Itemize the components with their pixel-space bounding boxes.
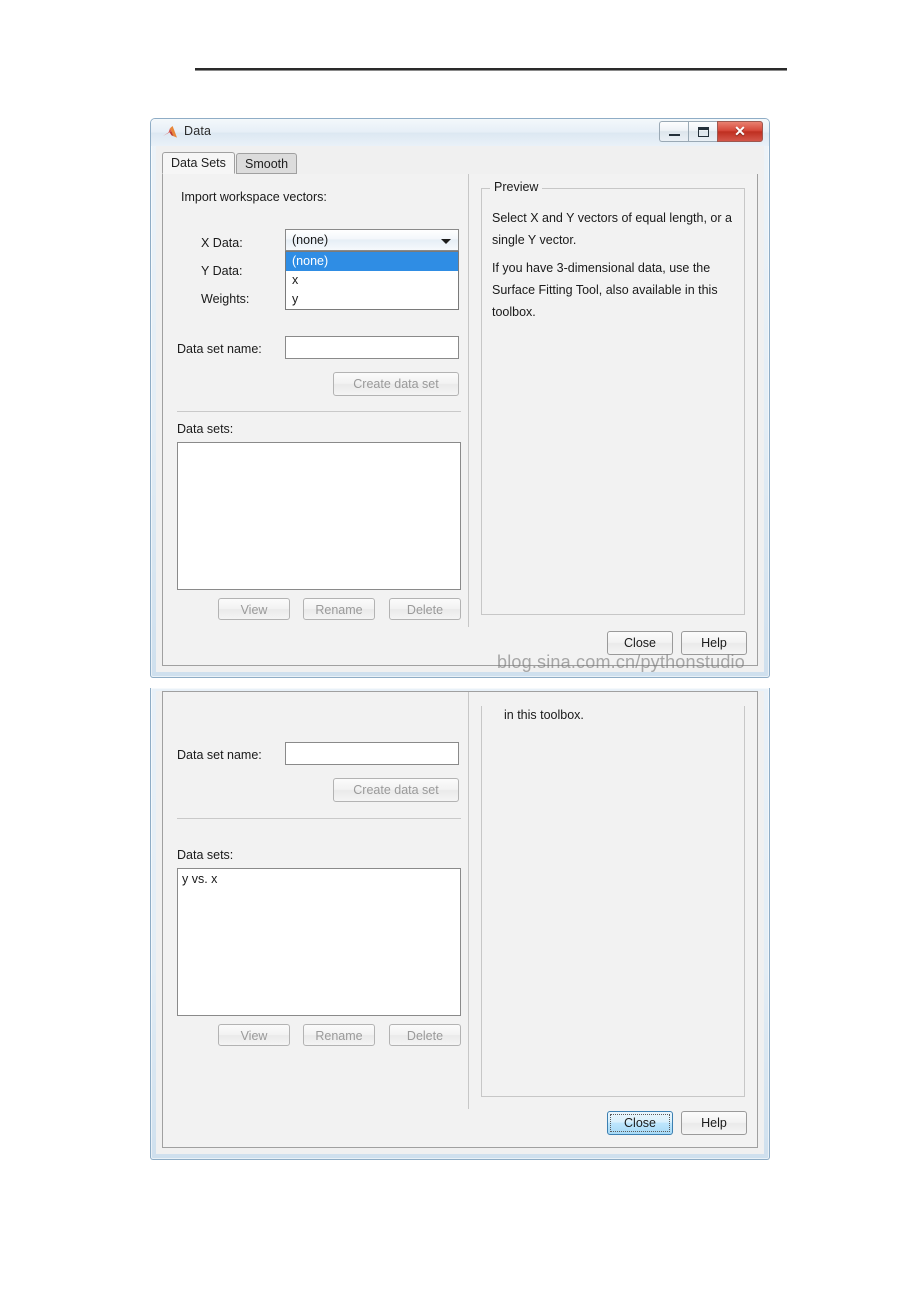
x-data-combobox[interactable]: (none) xyxy=(285,229,459,251)
data-sets-listbox[interactable] xyxy=(177,442,461,590)
preview-paragraph-tail: in this toolbox. xyxy=(504,708,584,722)
x-data-selected-value: (none) xyxy=(292,233,329,247)
x-data-label: X Data: xyxy=(201,236,243,250)
close-icon: ✕ xyxy=(734,123,746,139)
data-set-name-label-2: Data set name: xyxy=(177,748,262,762)
import-pane-2: Data set name: Create data set Data sets… xyxy=(163,692,468,1109)
data-set-name-input-2[interactable] xyxy=(285,742,459,765)
data-set-name-input[interactable] xyxy=(285,336,459,359)
preview-pane-2: in this toolbox. xyxy=(468,692,757,1109)
list-item[interactable]: y vs. x xyxy=(178,869,460,886)
tab-strip: Data Sets Smooth xyxy=(162,152,758,175)
delete-button[interactable]: Delete xyxy=(389,598,461,620)
x-data-dropdown-list[interactable]: (none) x y xyxy=(285,251,459,310)
data-sets-label: Data sets: xyxy=(177,422,234,436)
dialog-footer-2: Close Help xyxy=(169,1107,751,1141)
data-dialog-window-2: Data set name: Create data set Data sets… xyxy=(150,688,770,1160)
minimize-button[interactable] xyxy=(659,121,688,142)
weights-label: Weights: xyxy=(201,292,250,306)
rename-button-2[interactable]: Rename xyxy=(303,1024,375,1046)
y-data-label: Y Data: xyxy=(201,264,243,278)
preview-group-box: Preview Select X and Y vectors of equal … xyxy=(481,180,745,615)
page-horizontal-rule xyxy=(195,68,787,71)
data-sets-label-2: Data sets: xyxy=(177,848,234,862)
section-separator xyxy=(177,411,461,412)
window-title: Data xyxy=(184,124,212,138)
create-data-set-button-2[interactable]: Create data set xyxy=(333,778,459,802)
preview-pane: Preview Select X and Y vectors of equal … xyxy=(468,174,757,627)
data-sets-tab-panel-2: Data set name: Create data set Data sets… xyxy=(162,691,758,1148)
dropdown-option-y[interactable]: y xyxy=(286,290,458,309)
preview-group-title: Preview xyxy=(490,180,543,194)
create-data-set-button[interactable]: Create data set xyxy=(333,372,459,396)
matlab-membrane-icon xyxy=(163,126,177,138)
window-client-area-2: Data set name: Create data set Data sets… xyxy=(156,691,764,1154)
dropdown-option-x[interactable]: x xyxy=(286,271,458,290)
title-bar[interactable]: Data ✕ xyxy=(151,119,769,146)
data-sets-tab-panel: Import workspace vectors: X Data: Y Data… xyxy=(162,174,758,666)
delete-button-2[interactable]: Delete xyxy=(389,1024,461,1046)
help-button-2[interactable]: Help xyxy=(681,1111,747,1135)
rename-button[interactable]: Rename xyxy=(303,598,375,620)
watermark-text: blog.sina.com.cn/pythonstudio xyxy=(497,652,745,672)
close-button-2[interactable]: Close xyxy=(607,1111,673,1135)
data-set-name-label: Data set name: xyxy=(177,342,262,356)
chevron-down-icon xyxy=(441,239,451,244)
import-workspace-vectors-label: Import workspace vectors: xyxy=(181,190,327,204)
dropdown-option-none[interactable]: (none) xyxy=(286,252,458,271)
maximize-button[interactable] xyxy=(688,121,717,142)
data-dialog-window: Data ✕ Data Sets Smooth Import workspace… xyxy=(150,118,770,678)
preview-paragraph-1: Select X and Y vectors of equal length, … xyxy=(492,211,732,247)
preview-paragraph-2: If you have 3-dimensional data, use the … xyxy=(492,261,718,319)
window-client-area: Data Sets Smooth Import workspace vector… xyxy=(156,146,764,672)
view-button-2[interactable]: View xyxy=(218,1024,290,1046)
import-pane: Import workspace vectors: X Data: Y Data… xyxy=(163,174,468,627)
tab-data-sets[interactable]: Data Sets xyxy=(162,152,235,174)
close-window-button[interactable]: ✕ xyxy=(717,121,763,142)
maximize-icon xyxy=(698,127,709,137)
data-sets-listbox-2[interactable]: y vs. x xyxy=(177,868,461,1016)
tab-smooth[interactable]: Smooth xyxy=(236,153,298,174)
view-button[interactable]: View xyxy=(218,598,290,620)
preview-group-box-2: in this toolbox. xyxy=(481,706,745,1097)
minimize-icon xyxy=(669,134,680,136)
window-controls: ✕ xyxy=(659,121,763,142)
section-separator-2 xyxy=(177,818,461,819)
